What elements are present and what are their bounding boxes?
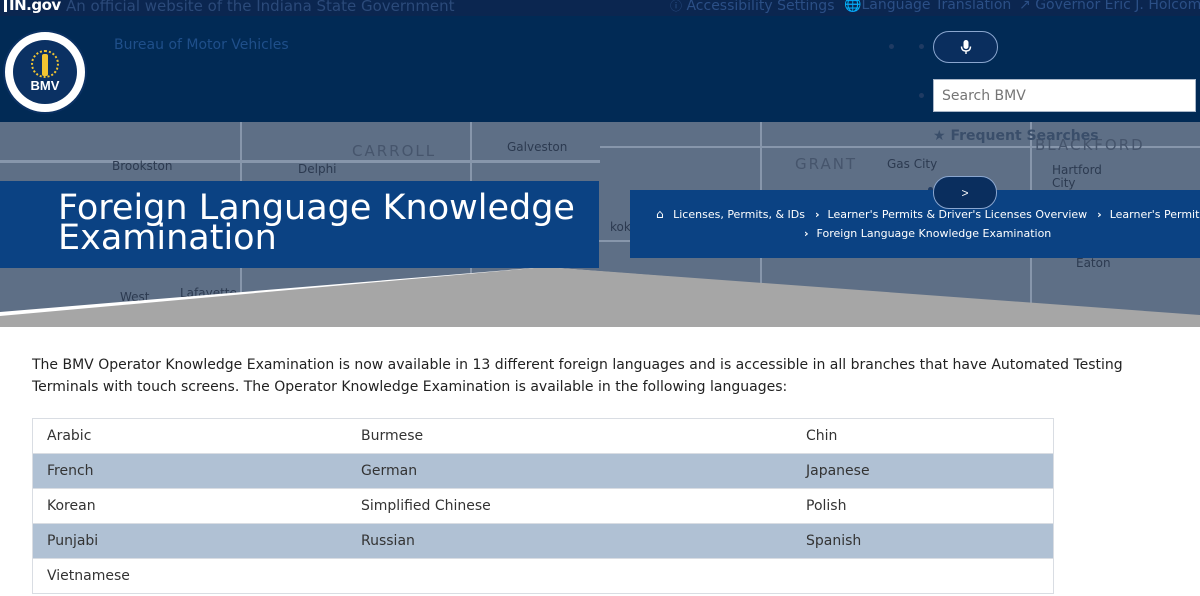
table-cell: Polish <box>792 488 1054 524</box>
globe-icon: 🌐 <box>844 0 862 13</box>
external-link-icon: ↗ <box>1019 0 1031 13</box>
governor-label: Governor Eric J. Holcomb <box>1035 0 1200 13</box>
table-cell: Burmese <box>347 418 792 454</box>
intro-paragraph: The BMV Operator Knowledge Examination i… <box>32 357 1123 395</box>
table-cell: French <box>32 453 347 489</box>
language-translation-link[interactable]: 🌐Language Translation <box>844 0 1011 13</box>
torch-icon <box>42 54 48 76</box>
table-row: Vietnamese <box>32 558 1054 594</box>
table-row: French German Japanese <box>32 453 1054 489</box>
logo-seal: BMV <box>13 40 77 104</box>
breadcrumb: ⌂ Licenses, Permits, & IDs › Learner's Per… <box>630 190 1200 258</box>
table-cell: Spanish <box>792 523 1054 559</box>
home-icon[interactable]: ⌂ <box>656 207 664 221</box>
page-title: Foreign Language Knowledge Examination <box>58 188 575 258</box>
breadcrumb-separator-icon: › <box>1097 208 1102 221</box>
table-cell: Simplified Chinese <box>347 488 792 524</box>
table-cell: Vietnamese <box>32 558 347 594</box>
nav-bullet <box>919 93 924 98</box>
breadcrumb-link-learners-permit[interactable]: Learner's Permit <box>1110 208 1200 221</box>
governor-link[interactable]: ↗ Governor Eric J. Holcomb <box>1019 0 1200 13</box>
bmv-logo[interactable]: BMV <box>3 30 87 114</box>
nav-bullet <box>919 44 924 49</box>
table-cell: Japanese <box>792 453 1054 489</box>
breadcrumb-line-2: › Foreign Language Knowledge Examination <box>804 227 1051 240</box>
languages-table: Arabic Burmese Chin French German Japane… <box>32 418 1054 594</box>
table-row: Punjabi Russian Spanish <box>32 523 1054 559</box>
ingov-brand: IN.gov <box>9 0 61 14</box>
agency-name-link[interactable]: Bureau of Motor Vehicles <box>114 37 289 53</box>
search-submit-button[interactable]: > <box>933 176 997 209</box>
breadcrumb-current: Foreign Language Knowledge Examination <box>816 227 1052 240</box>
star-icon: ★ <box>933 128 946 144</box>
table-cell: Punjabi <box>32 523 347 559</box>
official-website-notice: An official website of the Indiana State… <box>66 0 455 15</box>
breadcrumb-line-1: ⌂ Licenses, Permits, & IDs › Learner's Per… <box>656 207 1199 221</box>
breadcrumb-link-overview[interactable]: Learner's Permits & Driver's Licenses Ov… <box>828 208 1088 221</box>
top-bar: IN.gov An official website of the Indian… <box>0 0 1200 16</box>
breadcrumb-separator-icon: › <box>815 208 820 221</box>
microphone-icon <box>960 40 971 54</box>
accessibility-settings-link[interactable]: ⓘ Accessibility Settings <box>670 0 835 14</box>
frequent-searches-label: Frequent Searches <box>950 128 1099 144</box>
nav-bullet <box>889 44 894 49</box>
frequent-searches[interactable]: ★ Frequent Searches <box>933 128 1099 144</box>
table-cell <box>792 558 1054 594</box>
table-cell: Chin <box>792 418 1054 454</box>
accessibility-icon: ⓘ <box>670 0 683 13</box>
translation-label: Language Translation <box>861 0 1012 13</box>
table-cell: Arabic <box>32 418 347 454</box>
voice-search-button[interactable] <box>933 31 998 63</box>
breadcrumb-separator-icon: › <box>804 227 809 240</box>
table-cell: German <box>347 453 792 489</box>
table-row: Arabic Burmese Chin <box>32 418 1054 454</box>
table-cell: Korean <box>32 488 347 524</box>
search-input[interactable] <box>933 79 1196 112</box>
ingov-mark-icon <box>4 0 7 12</box>
breadcrumb-link-licenses[interactable]: Licenses, Permits, & IDs <box>673 208 805 221</box>
table-cell <box>347 558 792 594</box>
table-row: Korean Simplified Chinese Polish <box>32 488 1054 524</box>
table-cell: Russian <box>347 523 792 559</box>
page-title-banner: Foreign Language Knowledge Examination <box>0 181 599 268</box>
logo-abbr: BMV <box>30 78 60 93</box>
ingov-logo-link[interactable]: IN.gov <box>4 0 61 14</box>
accessibility-label: Accessibility Settings <box>686 0 835 14</box>
